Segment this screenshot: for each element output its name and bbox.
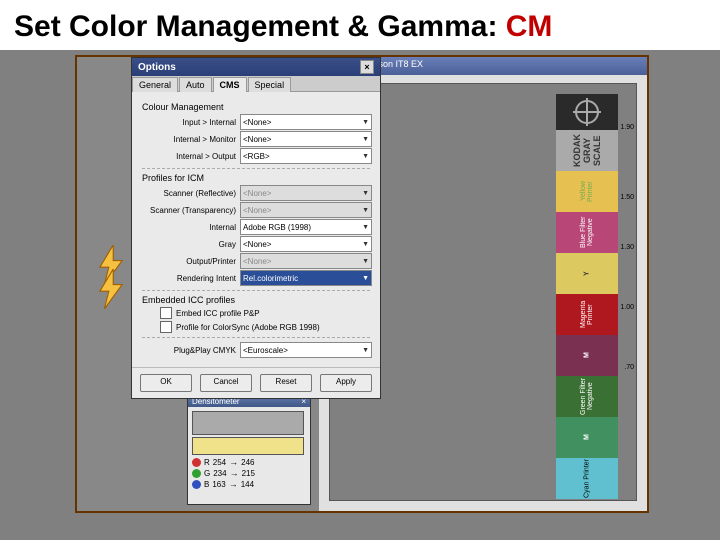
densitometer-panel[interactable]: Densitometer × R 254→246 G 234→215 B 163…: [187, 395, 311, 505]
strip-seg: Blue Filter Negative: [556, 212, 618, 253]
r-dot: [192, 458, 201, 467]
select-output-printer: <None>▼: [240, 253, 372, 269]
strip-seg: M: [556, 417, 618, 458]
tab-cms[interactable]: CMS: [213, 77, 247, 92]
target-icon: [556, 94, 618, 130]
slide-title: Set Color Management & Gamma: CM: [0, 0, 720, 50]
group-embedded: Embedded ICC profiles: [142, 295, 372, 305]
select-internal-output[interactable]: <RGB>▼: [240, 148, 372, 164]
cancel-button[interactable]: Cancel: [200, 374, 252, 392]
select-internal-profile[interactable]: Adobe RGB (1998)▼: [240, 219, 372, 235]
lightning-icon: [97, 269, 125, 309]
screenshot-frame: SilverFast Epson IT8 EX KODAK GRAY SCALE…: [75, 55, 649, 513]
dialog-titlebar[interactable]: Options ×: [132, 58, 380, 76]
g-dot: [192, 469, 201, 478]
select-internal-monitor[interactable]: <None>▼: [240, 131, 372, 147]
options-dialog: Options × General Auto CMS Special Colou…: [131, 57, 381, 399]
strip-kodak: KODAK GRAY SCALE: [556, 130, 618, 171]
group-profiles: Profiles for ICM: [142, 173, 372, 183]
swatch-before: [192, 411, 304, 435]
kodak-strip: KODAK GRAY SCALE Yellow Printer Blue Fil…: [556, 94, 618, 499]
swatch-after: [192, 437, 304, 455]
b-dot: [192, 480, 201, 489]
select-pnp-cmyk[interactable]: <Euroscale>▼: [240, 342, 372, 358]
reset-button[interactable]: Reset: [260, 374, 312, 392]
group-cm: Colour Management: [142, 102, 372, 112]
checkbox-embed-pp[interactable]: [160, 307, 172, 319]
close-icon[interactable]: ×: [360, 60, 374, 74]
select-scanner-reflective: <None>▼: [240, 185, 372, 201]
strip-seg: Magenta Printer: [556, 294, 618, 335]
strip-seg: Cyan Printer: [556, 458, 618, 499]
strip-seg: Yellow Printer: [556, 171, 618, 212]
checkbox-profile-colorsync[interactable]: [160, 321, 172, 333]
tab-special[interactable]: Special: [248, 77, 292, 92]
select-gray[interactable]: <None>▼: [240, 236, 372, 252]
apply-button[interactable]: Apply: [320, 374, 372, 392]
tab-strip: General Auto CMS Special: [132, 76, 380, 92]
select-input-internal[interactable]: <None>▼: [240, 114, 372, 130]
strip-seg: M: [556, 335, 618, 376]
select-rendering-intent[interactable]: Rel.colorimetric▼: [240, 270, 372, 286]
strip-seg: Y: [556, 253, 618, 294]
tab-general[interactable]: General: [132, 77, 178, 92]
strip-seg: Green Filter Negative: [556, 376, 618, 417]
select-scanner-transparency: <None>▼: [240, 202, 372, 218]
ok-button[interactable]: OK: [140, 374, 192, 392]
tab-auto[interactable]: Auto: [179, 77, 212, 92]
